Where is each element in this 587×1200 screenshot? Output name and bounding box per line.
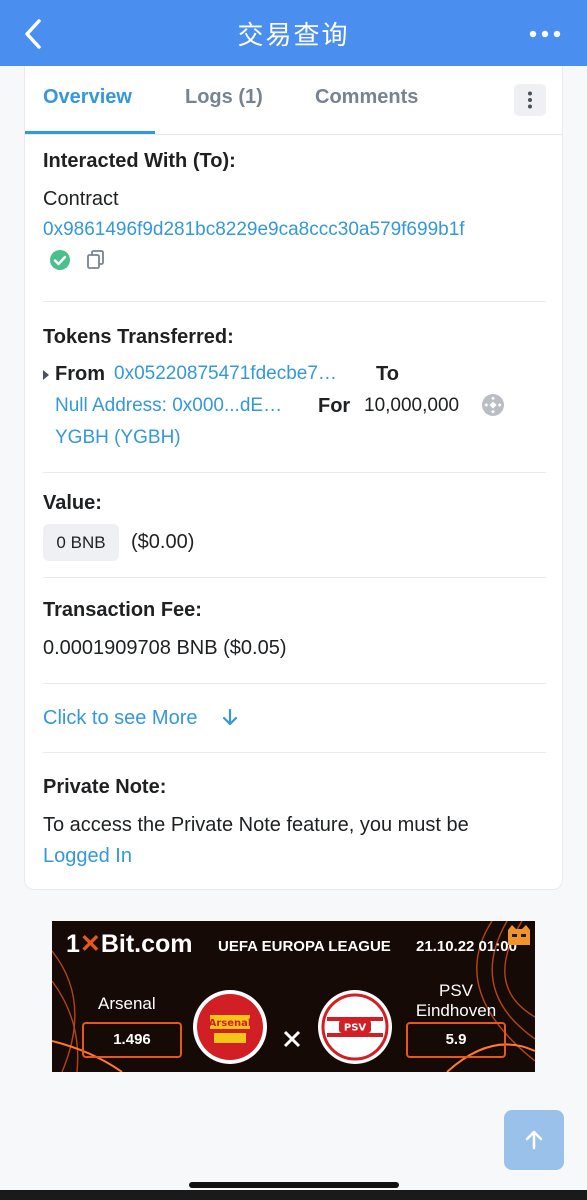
login-link[interactable]: Logged In: [43, 845, 132, 868]
team2-name-line2: Eindhoven: [415, 1001, 497, 1020]
active-tab-indicator: [25, 131, 155, 134]
tab-bar: Overview Logs (1) Comments: [25, 66, 562, 135]
ad-banner[interactable]: 1✕Bit.com UEFA EUROPA LEAGUE 21.10.22 01…: [52, 921, 535, 1072]
from-address-link[interactable]: 0x05220875471fdecbe7…: [114, 363, 337, 385]
arsenal-crest-icon: Arsenal: [193, 990, 267, 1064]
ad-league: UEFA EUROPA LEAGUE: [218, 938, 391, 955]
transaction-card: Overview Logs (1) Comments Interacted Wi…: [24, 66, 563, 890]
page-title: 交易查询: [237, 21, 350, 51]
team1-odds-button[interactable]: 1.496: [82, 1022, 182, 1058]
contract-address-link[interactable]: 0x9861496f9d281bc8229e9ca8ccc30a579f699b…: [43, 219, 465, 241]
interacted-with-label: Interacted With (To):: [43, 150, 236, 172]
ad-brand: 1✕Bit.com: [66, 929, 193, 959]
from-label: From: [55, 363, 105, 385]
to-label: To: [376, 363, 399, 385]
divider: [43, 683, 546, 684]
tab-logs[interactable]: Logs (1): [185, 86, 263, 109]
scroll-to-top-button[interactable]: [504, 1110, 564, 1170]
bnb-token-icon: [482, 394, 504, 416]
token-amount: 10,000,000: [364, 395, 460, 416]
bottom-strip: [0, 1190, 587, 1200]
contract-type: Contract: [43, 188, 119, 210]
expand-caret-icon[interactable]: [42, 369, 50, 381]
psv-crest-icon: PSV: [318, 990, 392, 1064]
ad-brand-name: Bit.com: [100, 930, 193, 958]
transaction-fee-label: Transaction Fee:: [43, 599, 202, 621]
private-note-text: To access the Private Note feature, you …: [43, 814, 469, 836]
copy-icon[interactable]: [86, 249, 106, 271]
divider: [43, 752, 546, 753]
tokens-transferred-label: Tokens Transferred:: [43, 326, 234, 348]
value-label: Value:: [43, 492, 102, 514]
token-name-link[interactable]: YGBH (YGBH): [55, 427, 181, 449]
tab-comments[interactable]: Comments: [315, 86, 418, 109]
more-options-icon[interactable]: [527, 24, 563, 44]
versus-icon: [283, 1030, 301, 1048]
arrow-up-icon: [525, 1130, 543, 1150]
to-address-link[interactable]: Null Address: 0x000...dE…: [55, 395, 282, 417]
team2-odds-button[interactable]: 5.9: [406, 1022, 506, 1058]
value-usd: ($0.00): [131, 531, 195, 553]
private-note-label: Private Note:: [43, 776, 167, 798]
divider: [43, 577, 546, 578]
value-badge: 0 BNB: [43, 524, 119, 561]
verified-check-icon: [50, 250, 70, 270]
vertical-dots-icon: [528, 91, 532, 109]
ad-brand-x-icon: ✕: [79, 930, 101, 958]
team2-name-line1: PSV: [438, 981, 474, 1000]
svg-text:Arsenal: Arsenal: [209, 1018, 252, 1029]
svg-text:PSV: PSV: [344, 1023, 367, 1034]
mascot-icon: [508, 925, 530, 945]
divider: [43, 301, 546, 302]
divider: [43, 472, 546, 473]
team2-name: PSV Eindhoven: [406, 981, 506, 1021]
see-more-link[interactable]: Click to see More: [43, 707, 198, 730]
for-label: For: [318, 395, 351, 417]
team1-name: Arsenal: [98, 994, 156, 1013]
ad-brand-prefix: 1: [66, 930, 80, 958]
tab-menu-button[interactable]: [514, 84, 546, 116]
arrow-down-icon[interactable]: [222, 708, 238, 728]
app-header: 交易查询: [0, 0, 587, 66]
tab-overview[interactable]: Overview: [43, 86, 132, 109]
transaction-fee-value: 0.0001909708 BNB ($0.05): [43, 637, 287, 659]
ad-datetime: 21.10.22 01:00: [416, 938, 517, 955]
home-indicator[interactable]: [189, 1182, 399, 1188]
